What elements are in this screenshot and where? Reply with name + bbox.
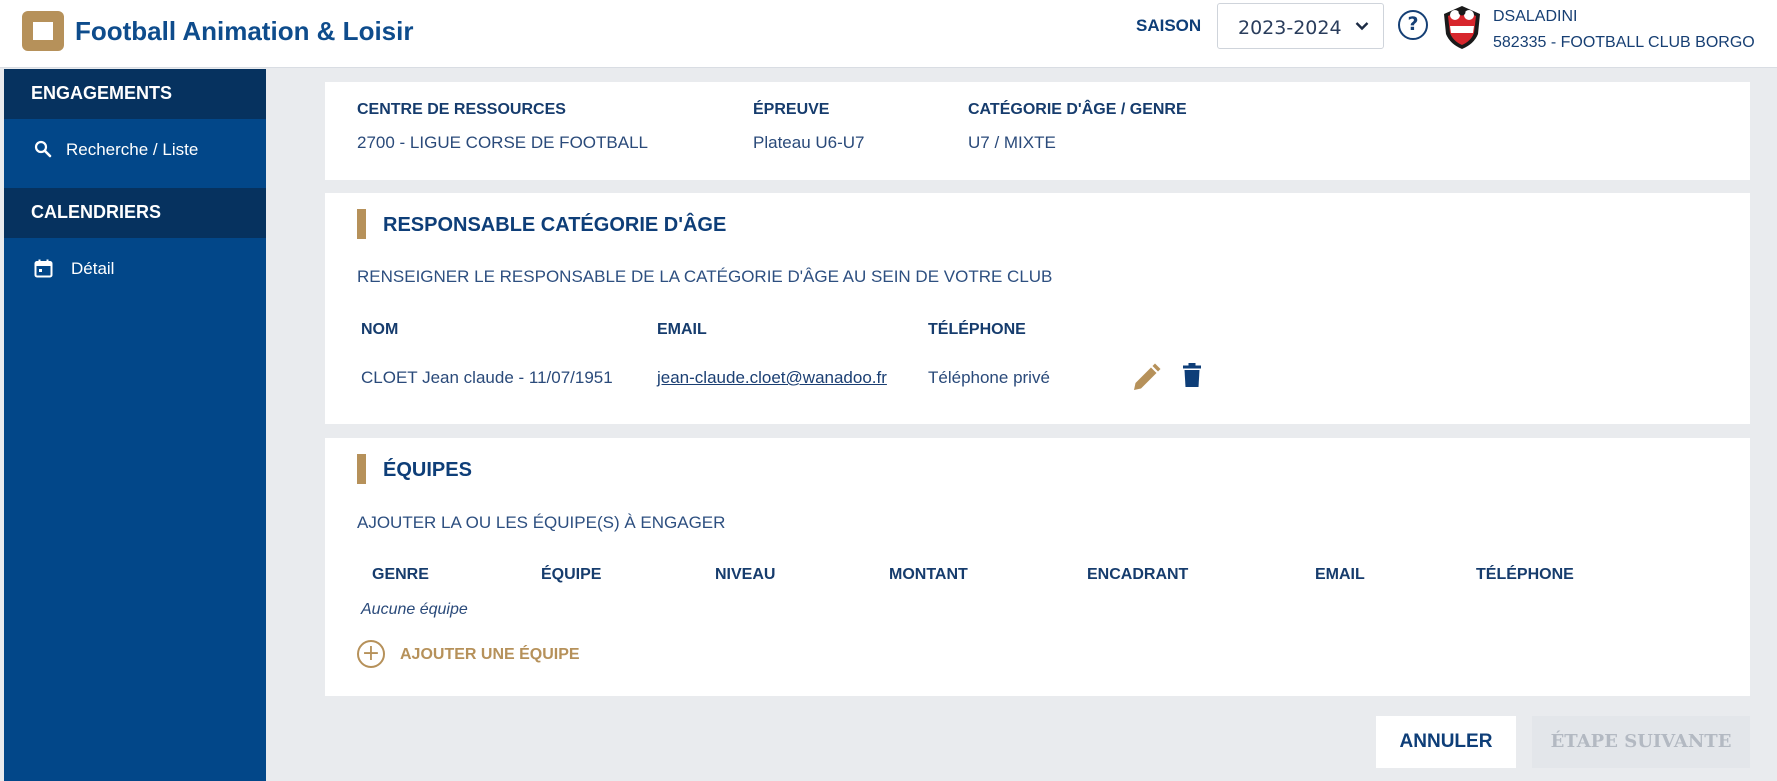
sidebar-section-calendriers: CALENDRIERS <box>4 188 266 238</box>
season-value: 2023-2024 <box>1238 17 1342 39</box>
column-header-niveau: NIVEAU <box>715 566 776 583</box>
top-bar: Football Animation & Loisir SAISON 2023-… <box>0 0 1777 68</box>
epreuve-label: ÉPREUVE <box>753 101 830 118</box>
section-accent-bar <box>357 209 366 239</box>
competition-info-card: CENTRE DE RESSOURCES 2700 - LIGUE CORSE … <box>325 82 1750 180</box>
equipes-title: ÉQUIPES <box>383 459 472 481</box>
season-select[interactable]: 2023-2024 <box>1217 3 1384 49</box>
sidebar-section-engagements: ENGAGEMENTS <box>4 69 266 119</box>
centre-label: CENTRE DE RESSOURCES <box>357 101 566 118</box>
app-title[interactable]: Football Animation & Loisir <box>75 16 413 47</box>
column-header-telephone: TÉLÉPHONE <box>928 321 1026 338</box>
club-logo-icon <box>1444 6 1480 49</box>
calendar-icon <box>34 259 53 278</box>
delete-trash-icon[interactable] <box>1182 363 1202 388</box>
edit-pencil-icon[interactable] <box>1131 363 1161 393</box>
season-label: SAISON <box>1136 16 1202 35</box>
column-header-email: EMAIL <box>1315 566 1365 583</box>
column-header-nom: NOM <box>361 321 399 338</box>
add-circle-icon: + <box>357 640 385 668</box>
section-accent-bar <box>357 454 366 484</box>
responsable-card: RESPONSABLE CATÉGORIE D'ÂGE RENSEIGNER L… <box>325 193 1750 424</box>
responsable-telephone: Téléphone privé <box>928 368 1050 387</box>
epreuve-value: Plateau U6-U7 <box>753 133 865 152</box>
categorie-label: CATÉGORIE D'ÂGE / GENRE <box>968 101 1187 118</box>
column-header-telephone: TÉLÉPHONE <box>1476 566 1574 583</box>
sidebar-item-recherche[interactable]: Recherche / Liste <box>4 119 266 188</box>
search-icon <box>34 140 52 158</box>
centre-value: 2700 - LIGUE CORSE DE FOOTBALL <box>357 133 648 152</box>
responsable-title: RESPONSABLE CATÉGORIE D'ÂGE <box>383 214 727 236</box>
help-icon[interactable]: ? <box>1398 10 1428 40</box>
user-name[interactable]: DSALADINI <box>1493 8 1577 26</box>
categorie-value: U7 / MIXTE <box>968 133 1056 152</box>
column-header-encadrant: ENCADRANT <box>1087 566 1189 583</box>
sidebar: ENGAGEMENTS Recherche / Liste CALENDRIER… <box>4 69 266 781</box>
equipes-subtitle: AJOUTER LA OU LES ÉQUIPE(S) À ENGAGER <box>357 513 726 532</box>
empty-teams-message: Aucune équipe <box>361 601 468 618</box>
sidebar-item-label: Recherche / Liste <box>66 140 199 159</box>
cancel-button[interactable]: ANNULER <box>1376 716 1516 768</box>
column-header-email: EMAIL <box>657 321 707 338</box>
chevron-down-icon <box>1355 22 1369 31</box>
sidebar-item-label: Détail <box>71 259 115 278</box>
add-team-label: AJOUTER UNE ÉQUIPE <box>400 646 580 663</box>
sidebar-item-detail[interactable]: Détail <box>4 238 266 307</box>
column-header-montant: MONTANT <box>889 566 968 583</box>
responsable-email-link[interactable]: jean-claude.cloet@wanadoo.fr <box>657 368 887 388</box>
app-logo-icon[interactable] <box>22 11 64 51</box>
next-step-button[interactable]: ÉTAPE SUIVANTE <box>1532 716 1750 768</box>
responsable-nom: CLOET Jean claude - 11/07/1951 <box>361 368 613 387</box>
user-club: 582335 - FOOTBALL CLUB BORGO <box>1493 34 1755 51</box>
column-header-genre: GENRE <box>372 566 429 583</box>
equipes-card: ÉQUIPES AJOUTER LA OU LES ÉQUIPE(S) À EN… <box>325 438 1750 696</box>
responsable-subtitle: RENSEIGNER LE RESPONSABLE DE LA CATÉGORI… <box>357 267 1053 286</box>
column-header-equipe: ÉQUIPE <box>541 566 602 583</box>
